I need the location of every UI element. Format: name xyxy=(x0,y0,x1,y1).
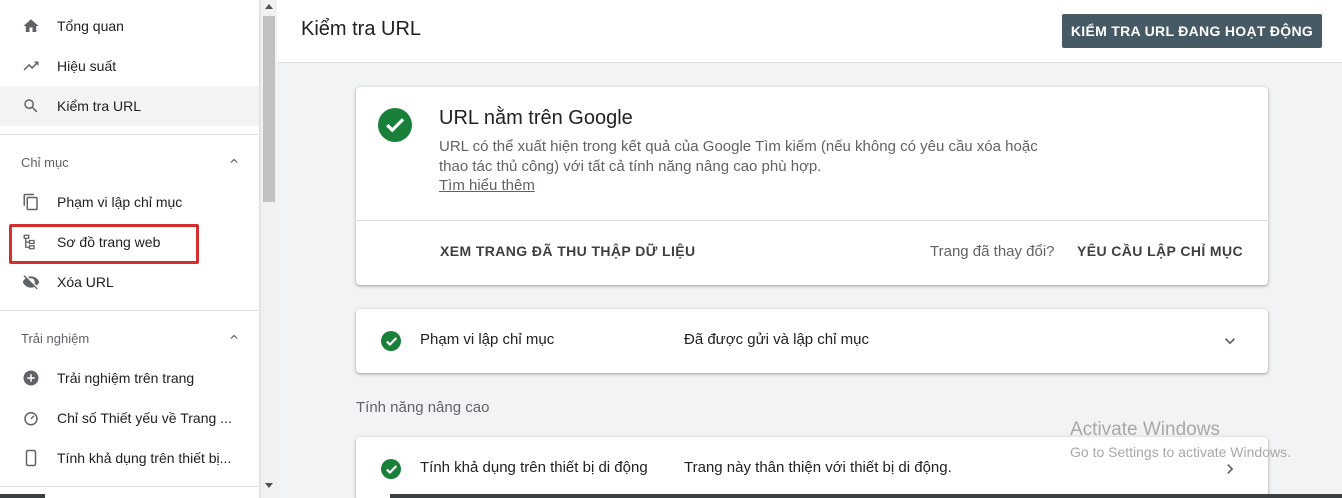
row-label: Phạm vi lập chỉ mục xyxy=(420,331,555,348)
test-live-url-button[interactable]: KIỂM TRA URL ĐANG HOẠT ĐỘNG xyxy=(1062,14,1322,48)
section-header-index[interactable]: Chỉ mục xyxy=(21,152,241,172)
check-circle-icon xyxy=(378,108,412,142)
section-title: Chỉ mục xyxy=(21,154,69,170)
scroll-up-arrow-icon[interactable] xyxy=(265,4,273,9)
sidebar-item-label: Kiểm tra URL xyxy=(57,98,142,114)
chevron-down-icon[interactable] xyxy=(1220,331,1240,356)
row-label: Tính khả dụng trên thiết bị di động xyxy=(420,459,648,476)
sidebar-item-overview[interactable]: Tổng quan xyxy=(0,6,259,46)
sidebar-item-label: Chỉ số Thiết yếu về Trang ... xyxy=(57,410,232,426)
result-title: URL nằm trên Google xyxy=(439,107,633,129)
sidebar-divider xyxy=(0,486,259,487)
view-crawled-page-button[interactable]: XEM TRANG ĐÃ THU THẬP DỮ LIỆU xyxy=(440,243,696,259)
highlight-annotation xyxy=(9,224,199,264)
section-title: Trải nghiệm xyxy=(21,330,90,346)
chevron-right-icon[interactable] xyxy=(1220,459,1240,484)
sidebar-scrollbar[interactable] xyxy=(260,0,276,498)
page-changed-text: Trang đã thay đổi? xyxy=(930,243,1055,260)
request-indexing-button[interactable]: YÊU CẦU LẬP CHỈ MỤC xyxy=(1077,243,1243,259)
page-header: Kiểm tra URL KIỂM TRA URL ĐANG HOẠT ĐỘNG xyxy=(277,0,1342,63)
copy-icon xyxy=(21,192,41,212)
sidebar-item-label: Phạm vi lập chỉ mục xyxy=(57,194,183,210)
row-value: Đã được gửi và lập chỉ mục xyxy=(684,331,869,348)
smartphone-icon xyxy=(21,448,41,468)
taskbar-edge xyxy=(0,494,45,498)
visibility-off-icon xyxy=(21,272,41,292)
taskbar-edge xyxy=(390,494,1342,498)
speed-icon xyxy=(21,408,41,428)
sidebar-item-label: Tính khả dụng trên thiết bị... xyxy=(57,450,232,466)
scroll-down-arrow-icon[interactable] xyxy=(265,483,273,488)
check-circle-icon xyxy=(381,331,401,351)
result-description: URL có thể xuất hiện trong kết quả của G… xyxy=(439,138,1038,175)
inspection-result-card: URL nằm trên Google URL có thể xuất hiện… xyxy=(356,87,1268,285)
chevron-up-icon xyxy=(227,154,241,171)
sidebar-item-label: Hiệu suất xyxy=(57,58,117,74)
trending-up-icon xyxy=(21,56,41,76)
card-divider xyxy=(356,220,1268,221)
sidebar: Tổng quan Hiệu suất Kiểm tra URL Chỉ mục… xyxy=(0,0,260,498)
sidebar-item-label: Tổng quan xyxy=(57,18,124,34)
scrollbar-thumb[interactable] xyxy=(263,16,275,202)
sidebar-item-mobile-usability[interactable]: Tính khả dụng trên thiết bị... xyxy=(0,438,259,478)
row-value: Trang này thân thiện với thiết bị di độn… xyxy=(684,459,952,476)
sidebar-item-page-experience[interactable]: Trải nghiệm trên trang xyxy=(0,358,259,398)
search-icon xyxy=(21,96,41,116)
home-icon xyxy=(21,16,41,36)
learn-more-link[interactable]: Tìm hiểu thêm xyxy=(439,177,535,194)
sidebar-item-label: Trải nghiệm trên trang xyxy=(57,370,195,386)
page-title: Kiểm tra URL xyxy=(301,18,422,40)
enhancements-section-title: Tính năng nâng cao xyxy=(356,399,490,416)
chevron-up-icon xyxy=(227,330,241,347)
sidebar-item-removals[interactable]: Xóa URL xyxy=(0,262,259,302)
sidebar-item-label: Xóa URL xyxy=(57,274,114,290)
sidebar-divider xyxy=(0,134,259,135)
sidebar-item-url-inspection[interactable]: Kiểm tra URL xyxy=(0,86,259,126)
section-header-experience[interactable]: Trải nghiệm xyxy=(21,328,241,348)
activate-windows-hint: Go to Settings to activate Windows. xyxy=(1070,444,1291,460)
sidebar-item-core-web-vitals[interactable]: Chỉ số Thiết yếu về Trang ... xyxy=(0,398,259,438)
check-circle-icon xyxy=(381,459,401,479)
sidebar-item-performance[interactable]: Hiệu suất xyxy=(0,46,259,86)
coverage-row[interactable]: Phạm vi lập chỉ mục Đã được gửi và lập c… xyxy=(356,309,1268,373)
activate-windows-watermark: Activate Windows xyxy=(1070,419,1220,440)
sidebar-item-coverage[interactable]: Phạm vi lập chỉ mục xyxy=(0,182,259,222)
sidebar-divider xyxy=(0,310,259,311)
add-circle-icon xyxy=(21,368,41,388)
